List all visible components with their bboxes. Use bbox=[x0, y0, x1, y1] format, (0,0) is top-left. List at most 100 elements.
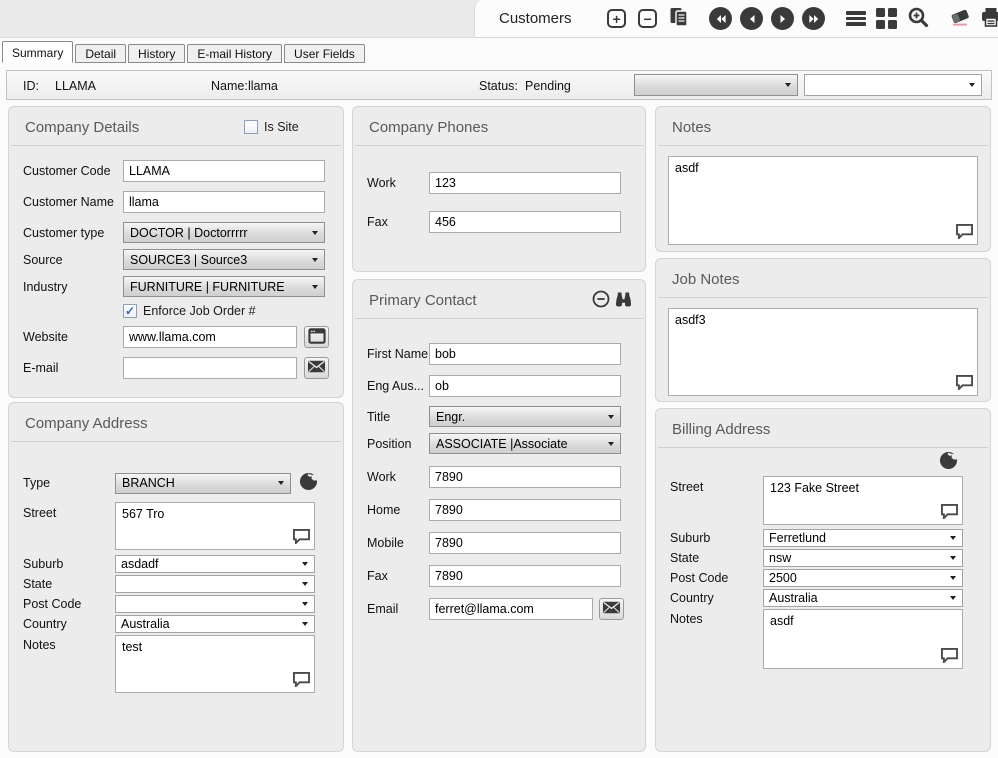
binoculars-icon bbox=[614, 291, 633, 307]
zoom-button[interactable] bbox=[906, 6, 930, 32]
speech-bubble-icon[interactable] bbox=[292, 671, 311, 690]
phone-fax-input[interactable] bbox=[429, 211, 621, 233]
industry-dropdown[interactable]: FURNITURE | FURNITURE bbox=[123, 276, 325, 297]
billing-state-combo[interactable]: nsw bbox=[763, 549, 963, 567]
phone-work-input[interactable] bbox=[429, 172, 621, 194]
address-notes-value: test bbox=[122, 640, 142, 654]
list-view-button[interactable] bbox=[844, 6, 868, 32]
speech-bubble-icon[interactable] bbox=[955, 223, 974, 242]
first-name-input[interactable] bbox=[429, 343, 621, 365]
street-value: 567 Tro bbox=[122, 507, 164, 521]
billing-state-value: nsw bbox=[769, 551, 791, 565]
next-record-button[interactable] bbox=[771, 6, 795, 32]
customer-name-input[interactable] bbox=[123, 191, 325, 213]
panel-separator bbox=[11, 441, 341, 442]
email-input[interactable] bbox=[123, 357, 297, 379]
company-details-title: Company Details bbox=[25, 119, 139, 136]
source-value: SOURCE3 | Source3 bbox=[130, 253, 247, 267]
postcode-combo[interactable] bbox=[115, 595, 315, 613]
billing-postcode-combo[interactable]: 2500 bbox=[763, 569, 963, 587]
suburb-combo[interactable]: asdadf bbox=[115, 555, 315, 573]
add-record-button[interactable]: + bbox=[605, 6, 629, 32]
billing-notes-textarea[interactable]: asdf bbox=[763, 609, 963, 669]
contact-fax-input[interactable] bbox=[429, 565, 621, 587]
previous-record-icon bbox=[740, 7, 763, 30]
industry-value: FURNITURE | FURNITURE bbox=[130, 280, 285, 294]
browser-window-icon bbox=[308, 328, 326, 347]
envelope-icon bbox=[602, 601, 621, 617]
source-dropdown[interactable]: SOURCE3 | Source3 bbox=[123, 249, 325, 270]
map-globe-icon[interactable] bbox=[299, 472, 318, 494]
id-value: LLAMA bbox=[55, 79, 96, 93]
header-dropdown-1[interactable] bbox=[634, 74, 798, 96]
remove-contact-button[interactable] bbox=[592, 290, 610, 311]
erase-button[interactable] bbox=[948, 6, 972, 32]
billing-street-textarea[interactable]: 123 Fake Street bbox=[763, 476, 963, 525]
print-button[interactable] bbox=[979, 6, 998, 32]
speech-bubble-icon[interactable] bbox=[940, 503, 959, 522]
billing-suburb-combo[interactable]: Ferretlund bbox=[763, 529, 963, 547]
last-record-icon bbox=[802, 7, 825, 30]
billing-country-combo[interactable]: Australia bbox=[763, 589, 963, 607]
open-website-button[interactable] bbox=[304, 326, 329, 348]
primary-contact-title: Primary Contact bbox=[369, 292, 477, 309]
contact-email-input[interactable] bbox=[429, 598, 593, 620]
delete-record-button[interactable]: − bbox=[636, 6, 660, 32]
address-notes-textarea[interactable]: test bbox=[115, 635, 315, 693]
last-record-button[interactable] bbox=[802, 6, 826, 32]
company-address-panel: Company Address Type BRANCH Street 567 T… bbox=[8, 402, 344, 752]
first-record-button[interactable] bbox=[709, 6, 733, 32]
contact-title-dropdown[interactable]: Engr. bbox=[429, 406, 621, 427]
speech-bubble-icon[interactable] bbox=[955, 374, 974, 393]
website-input[interactable] bbox=[123, 326, 297, 348]
speech-bubble-icon[interactable] bbox=[940, 647, 959, 666]
billing-suburb-value: Ferretlund bbox=[769, 531, 826, 545]
customer-type-value: DOCTOR | Doctorrrrr bbox=[130, 226, 248, 240]
source-label: Source bbox=[23, 253, 123, 267]
tab-user-fields[interactable]: User Fields bbox=[284, 44, 365, 63]
eng-aus-input[interactable] bbox=[429, 375, 621, 397]
position-dropdown[interactable]: ASSOCIATE |Associate bbox=[429, 433, 621, 454]
tab-detail[interactable]: Detail bbox=[75, 44, 126, 63]
enforce-job-order-checkbox[interactable] bbox=[123, 304, 137, 318]
address-type-dropdown[interactable]: BRANCH bbox=[115, 473, 291, 494]
contact-mobile-input[interactable] bbox=[429, 532, 621, 554]
header-dropdown-2[interactable] bbox=[804, 74, 982, 96]
street-textarea[interactable]: 567 Tro bbox=[115, 502, 315, 550]
email-label: E-mail bbox=[23, 361, 123, 375]
contact-fax-label: Fax bbox=[367, 569, 429, 583]
status-label: Status: bbox=[479, 79, 518, 93]
country-combo[interactable]: Australia bbox=[115, 615, 315, 633]
job-notes-panel: Job Notes asdf3 bbox=[655, 258, 991, 402]
send-contact-email-button[interactable] bbox=[599, 598, 624, 620]
address-type-value: BRANCH bbox=[122, 476, 175, 490]
first-record-icon bbox=[709, 7, 732, 30]
tab-summary[interactable]: Summary bbox=[2, 41, 73, 63]
grid-view-button[interactable] bbox=[875, 6, 899, 32]
contact-home-input[interactable] bbox=[429, 499, 621, 521]
phone-fax-label: Fax bbox=[367, 215, 429, 229]
is-site-checkbox[interactable] bbox=[244, 120, 258, 134]
copy-record-button[interactable] bbox=[667, 6, 691, 32]
customer-code-input[interactable] bbox=[123, 160, 325, 182]
primary-contact-panel: Primary Contact First Name Eng Aus... Ti… bbox=[352, 279, 646, 752]
map-globe-icon[interactable] bbox=[939, 451, 958, 473]
speech-bubble-icon[interactable] bbox=[292, 528, 311, 547]
tab-history[interactable]: History bbox=[128, 44, 185, 63]
notes-value: asdf bbox=[675, 161, 699, 175]
tab-email-history[interactable]: E-mail History bbox=[187, 44, 282, 63]
panel-separator bbox=[658, 447, 988, 448]
customer-type-dropdown[interactable]: DOCTOR | Doctorrrrr bbox=[123, 222, 325, 243]
contact-work-input[interactable] bbox=[429, 466, 621, 488]
find-contact-button[interactable] bbox=[614, 291, 633, 310]
notes-textarea[interactable]: asdf bbox=[668, 156, 978, 245]
state-combo[interactable] bbox=[115, 575, 315, 593]
send-email-button[interactable] bbox=[304, 357, 329, 379]
billing-address-panel: Billing Address Street 123 Fake Street S… bbox=[655, 408, 991, 752]
job-notes-textarea[interactable]: asdf3 bbox=[668, 308, 978, 396]
envelope-icon bbox=[307, 360, 326, 376]
panel-separator bbox=[658, 297, 988, 298]
tab-bar: Summary Detail History E-mail History Us… bbox=[2, 41, 365, 63]
previous-record-button[interactable] bbox=[740, 6, 764, 32]
contact-title-value: Engr. bbox=[436, 410, 465, 424]
